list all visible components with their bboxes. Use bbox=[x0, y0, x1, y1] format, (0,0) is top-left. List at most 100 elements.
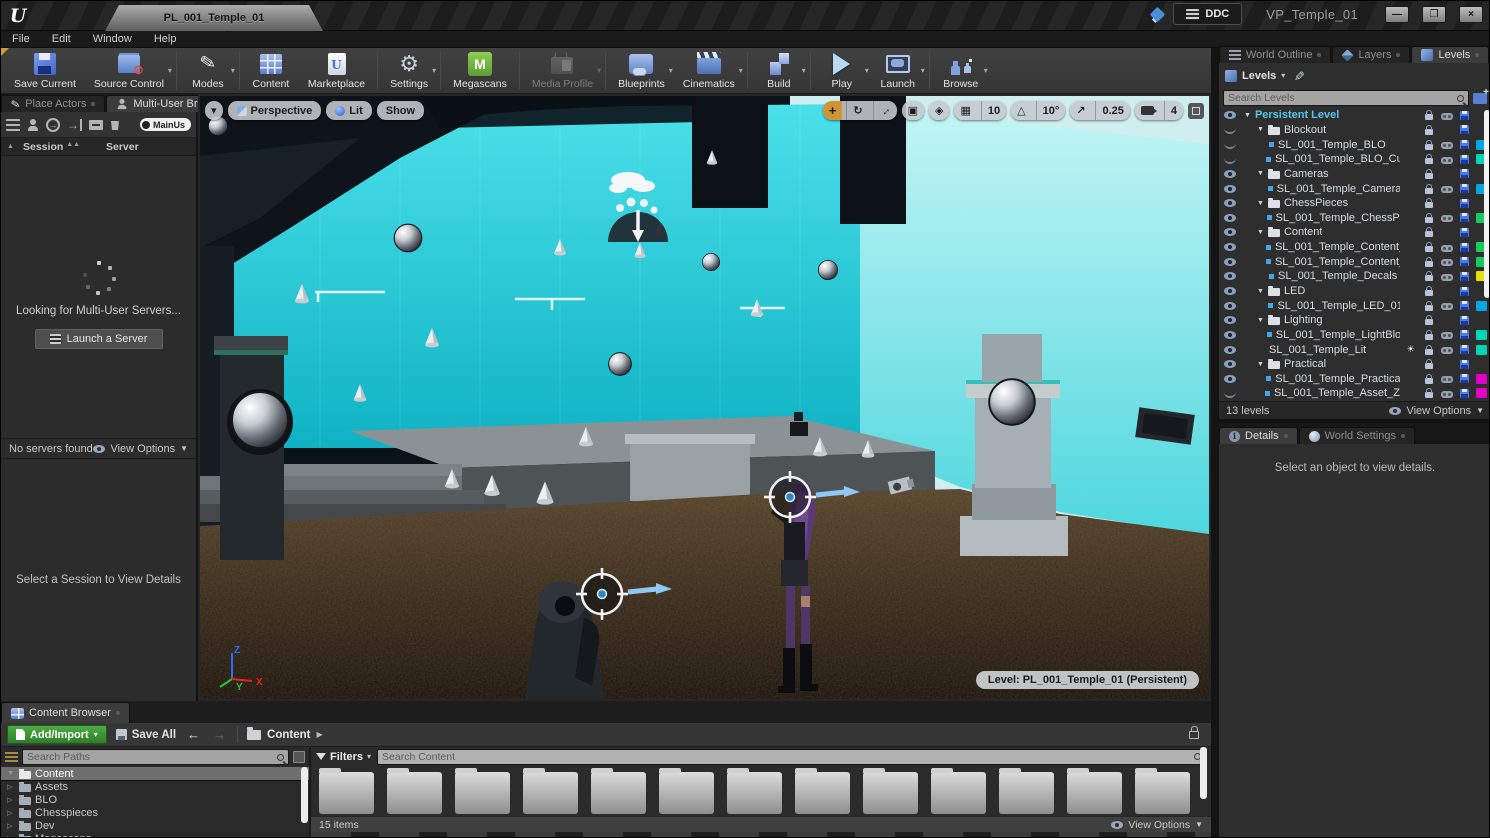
level-row[interactable]: ▼ Persistent Level ☀ bbox=[1219, 108, 1490, 123]
visibility-eye-icon[interactable] bbox=[1224, 346, 1236, 354]
chevron-down-icon[interactable]: ▾ bbox=[984, 66, 988, 75]
folder-tree-row[interactable]: ▷ Dev bbox=[1, 819, 309, 832]
show-button[interactable]: Show bbox=[377, 101, 424, 120]
gamepad-icon[interactable] bbox=[1441, 157, 1453, 164]
tutorial-hat-icon[interactable] bbox=[1150, 6, 1166, 22]
grid-snap-value[interactable]: 10 bbox=[981, 101, 1006, 120]
folder-tile[interactable] bbox=[319, 772, 374, 816]
gamepad-icon[interactable] bbox=[1441, 259, 1453, 266]
folder-tile[interactable] bbox=[659, 772, 714, 816]
level-row[interactable]: ▼ SL_001_Temple_Practical_0 ☀ bbox=[1219, 372, 1490, 387]
folder-tile[interactable] bbox=[795, 772, 850, 816]
level-name[interactable]: SL_001_Temple_Cameras bbox=[1277, 183, 1400, 195]
rotation-snap-value[interactable]: 10° bbox=[1036, 101, 1066, 120]
scale-tool-button[interactable]: ↔ bbox=[873, 101, 897, 120]
save-level-icon[interactable] bbox=[1460, 125, 1469, 134]
lock-icon[interactable] bbox=[1425, 392, 1433, 398]
visibility-eye-icon[interactable] bbox=[1224, 287, 1236, 295]
tab-levels[interactable]: Levels bbox=[1411, 46, 1489, 63]
lock-browser-icon[interactable] bbox=[1189, 731, 1199, 739]
levels-search-box[interactable] bbox=[1223, 90, 1469, 106]
folder-tree-row[interactable]: ▼ Content bbox=[1, 767, 309, 780]
save-level-icon[interactable] bbox=[1460, 301, 1469, 310]
level-name[interactable]: ChessPieces bbox=[1284, 197, 1348, 209]
save-level-icon[interactable] bbox=[1460, 374, 1469, 383]
sources-toggle-icon[interactable] bbox=[5, 752, 18, 763]
menu-item[interactable]: File bbox=[1, 31, 41, 47]
level-row[interactable]: ▼ SL_001_Temple_Content_02 ☀ bbox=[1219, 254, 1490, 269]
session-list-header[interactable]: ▲ Session ▲▲ Server bbox=[1, 138, 196, 156]
new-session-icon[interactable] bbox=[27, 119, 39, 131]
archive-session-icon[interactable] bbox=[89, 120, 103, 130]
save-level-icon[interactable] bbox=[1460, 199, 1469, 208]
surface-snap-button[interactable]: ◈ bbox=[929, 101, 949, 120]
toolbar-button[interactable]: Save Current ▾ bbox=[5, 48, 85, 93]
lock-icon[interactable] bbox=[1425, 363, 1433, 369]
lock-icon[interactable] bbox=[1425, 378, 1433, 384]
gamepad-icon[interactable] bbox=[1441, 245, 1453, 252]
chevron-down-icon[interactable]: ▾ bbox=[168, 66, 172, 75]
toolbar-button[interactable]: Build ▾ bbox=[751, 48, 807, 93]
level-name[interactable]: Blockout bbox=[1284, 124, 1326, 136]
folder-tree-row[interactable]: ▷ BLO bbox=[1, 793, 309, 806]
level-name[interactable]: SL_001_Temple_BLO bbox=[1278, 139, 1386, 151]
expander-icon[interactable]: ▷ bbox=[7, 835, 15, 838]
lock-icon[interactable] bbox=[1425, 114, 1433, 120]
tab-details[interactable]: iDetails bbox=[1219, 427, 1298, 444]
level-name[interactable]: Persistent Level bbox=[1255, 109, 1339, 121]
grid-snap-toggle[interactable]: ▦ bbox=[954, 101, 976, 120]
folder-tile[interactable] bbox=[999, 772, 1054, 816]
visibility-eye-icon[interactable] bbox=[1224, 331, 1236, 339]
levels-view-options[interactable]: View Options▼ bbox=[1389, 405, 1484, 417]
level-row[interactable]: ▼ Practical ☀ bbox=[1219, 357, 1490, 372]
save-level-icon[interactable] bbox=[1460, 243, 1469, 252]
expander-icon[interactable]: ▼ bbox=[1257, 317, 1264, 324]
toolbar-button[interactable]: ✎ Modes ▾ bbox=[180, 48, 236, 93]
maximize-button[interactable]: ❐ bbox=[1422, 6, 1446, 23]
visibility-eye-icon[interactable] bbox=[1224, 258, 1236, 266]
level-name[interactable]: SL_001_Temple_LightBlock bbox=[1276, 329, 1400, 341]
camera-speed-value[interactable]: 4 bbox=[1164, 101, 1183, 120]
delete-session-icon[interactable] bbox=[110, 119, 120, 130]
level-name[interactable]: Practical bbox=[1284, 358, 1326, 370]
folder-name[interactable]: BLO bbox=[35, 794, 57, 806]
lock-icon[interactable] bbox=[1425, 129, 1433, 135]
toolbar-button[interactable]: Launch ▾ bbox=[870, 48, 926, 93]
toolbar-button[interactable]: Source Control ▾ bbox=[85, 48, 173, 93]
levels-scrollbar[interactable] bbox=[1484, 110, 1490, 298]
rotate-tool-button[interactable]: ↻ bbox=[846, 101, 868, 120]
level-row[interactable]: ▼ SL_001_Temple_BLO ☀ bbox=[1219, 137, 1490, 152]
chevron-down-icon[interactable]: ▾ bbox=[865, 66, 869, 75]
visibility-eye-icon[interactable] bbox=[1224, 170, 1236, 178]
lock-icon[interactable] bbox=[1425, 217, 1433, 223]
save-level-icon[interactable] bbox=[1460, 360, 1469, 369]
lock-icon[interactable] bbox=[1425, 158, 1433, 164]
add-import-button[interactable]: Add/Import▾ bbox=[7, 725, 107, 744]
level-name[interactable]: SL_001_Temple_BLO_Custo bbox=[1275, 153, 1400, 165]
visibility-eye-icon[interactable] bbox=[1224, 158, 1236, 164]
content-search-box[interactable] bbox=[377, 749, 1206, 765]
level-row[interactable]: ▼ SL_001_Temple_LED_01 ☀ bbox=[1219, 298, 1490, 313]
visibility-eye-icon[interactable] bbox=[1224, 185, 1236, 193]
visibility-eye-icon[interactable] bbox=[1224, 243, 1236, 251]
toolbar-button[interactable]: ⚙ Settings ▾ bbox=[381, 48, 437, 93]
visibility-eye-icon[interactable] bbox=[1224, 302, 1236, 310]
tab-world-outliner[interactable]: World Outline bbox=[1219, 46, 1331, 63]
gamepad-icon[interactable] bbox=[1441, 347, 1453, 354]
ddc-button[interactable]: DDC bbox=[1173, 3, 1242, 25]
scale-snap-value[interactable]: 0.25 bbox=[1095, 101, 1129, 120]
level-name[interactable]: SL_001_Temple_Lit bbox=[1269, 344, 1366, 356]
lock-icon[interactable] bbox=[1425, 231, 1433, 237]
menu-item[interactable]: Edit bbox=[41, 31, 82, 47]
gamepad-icon[interactable] bbox=[1441, 376, 1453, 383]
level-row[interactable]: ▼ Lighting ☀ bbox=[1219, 313, 1490, 328]
level-document-tab[interactable]: PL_001_Temple_01 bbox=[105, 5, 323, 31]
lock-icon[interactable] bbox=[1425, 246, 1433, 252]
chevron-down-icon[interactable]: ▾ bbox=[432, 66, 436, 75]
gamepad-icon[interactable] bbox=[1441, 332, 1453, 339]
toolbar-button[interactable]: Cinematics ▾ bbox=[674, 48, 744, 93]
folder-tile[interactable] bbox=[591, 772, 646, 816]
gamepad-icon[interactable] bbox=[1441, 113, 1453, 120]
level-color-chip[interactable] bbox=[1476, 374, 1487, 384]
level-color-chip[interactable] bbox=[1476, 345, 1487, 355]
